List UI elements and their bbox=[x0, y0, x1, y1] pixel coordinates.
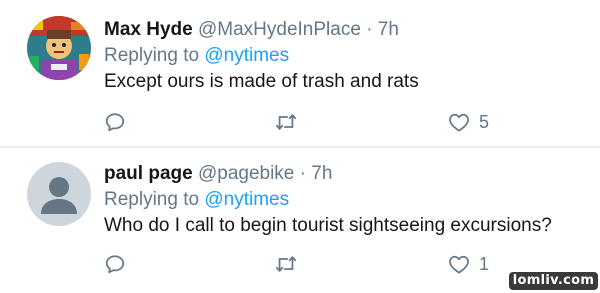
tweet-header: Max Hyde @MaxHydeInPlace · 7h bbox=[104, 17, 590, 43]
reply-button[interactable] bbox=[104, 252, 126, 276]
display-name[interactable]: paul page bbox=[104, 163, 193, 184]
cartoon-avatar-icon bbox=[27, 16, 91, 80]
retweet-icon bbox=[275, 114, 297, 130]
tweet-text: Except ours is made of trash and rats bbox=[104, 71, 419, 92]
default-person-avatar-icon bbox=[27, 162, 91, 226]
display-name[interactable]: Max Hyde bbox=[104, 19, 193, 40]
separator-dot: · bbox=[366, 19, 373, 40]
retweet-button[interactable] bbox=[274, 252, 298, 276]
heart-icon bbox=[449, 255, 469, 274]
like-count: 1 bbox=[479, 253, 490, 274]
handle[interactable]: @MaxHydeInPlace bbox=[198, 19, 361, 40]
like-count: 5 bbox=[479, 111, 490, 132]
tweet[interactable]: Max Hyde @MaxHydeInPlace · 7h Replying t… bbox=[0, 0, 600, 147]
timestamp[interactable]: 7h bbox=[311, 163, 332, 184]
reply-button[interactable] bbox=[104, 110, 126, 134]
tweet-actions: 5 bbox=[104, 110, 524, 134]
retweet-button[interactable] bbox=[274, 110, 298, 134]
like-button[interactable]: 5 bbox=[448, 110, 489, 134]
watermark: lomliv.com bbox=[509, 272, 598, 290]
handle[interactable]: @pagebike bbox=[198, 163, 294, 184]
retweet-icon bbox=[275, 256, 297, 272]
separator-dot: · bbox=[299, 163, 306, 184]
speech-bubble-icon bbox=[105, 255, 125, 274]
mention-link[interactable]: @nytimes bbox=[204, 45, 289, 66]
tweet-content: paul page @pagebike · 7h Replying to @ny… bbox=[104, 161, 590, 239]
avatar[interactable] bbox=[27, 162, 91, 226]
replying-to-line: Replying to @nytimes bbox=[104, 187, 590, 213]
tweet-text: Who do I call to begin tourist sightseei… bbox=[104, 215, 552, 236]
tweet[interactable]: paul page @pagebike · 7h Replying to @ny… bbox=[0, 148, 600, 293]
tweet-content: Max Hyde @MaxHydeInPlace · 7h Replying t… bbox=[104, 17, 590, 95]
tweet-header: paul page @pagebike · 7h bbox=[104, 161, 590, 187]
tweet-actions: 1 bbox=[104, 252, 524, 276]
avatar[interactable] bbox=[27, 16, 91, 80]
speech-bubble-icon bbox=[105, 113, 125, 132]
like-button[interactable]: 1 bbox=[448, 252, 489, 276]
replying-to-line: Replying to @nytimes bbox=[104, 43, 590, 69]
replying-to-label: Replying to bbox=[104, 189, 200, 210]
mention-link[interactable]: @nytimes bbox=[204, 189, 289, 210]
replying-to-label: Replying to bbox=[104, 45, 200, 66]
heart-icon bbox=[449, 113, 469, 132]
timestamp[interactable]: 7h bbox=[378, 19, 399, 40]
